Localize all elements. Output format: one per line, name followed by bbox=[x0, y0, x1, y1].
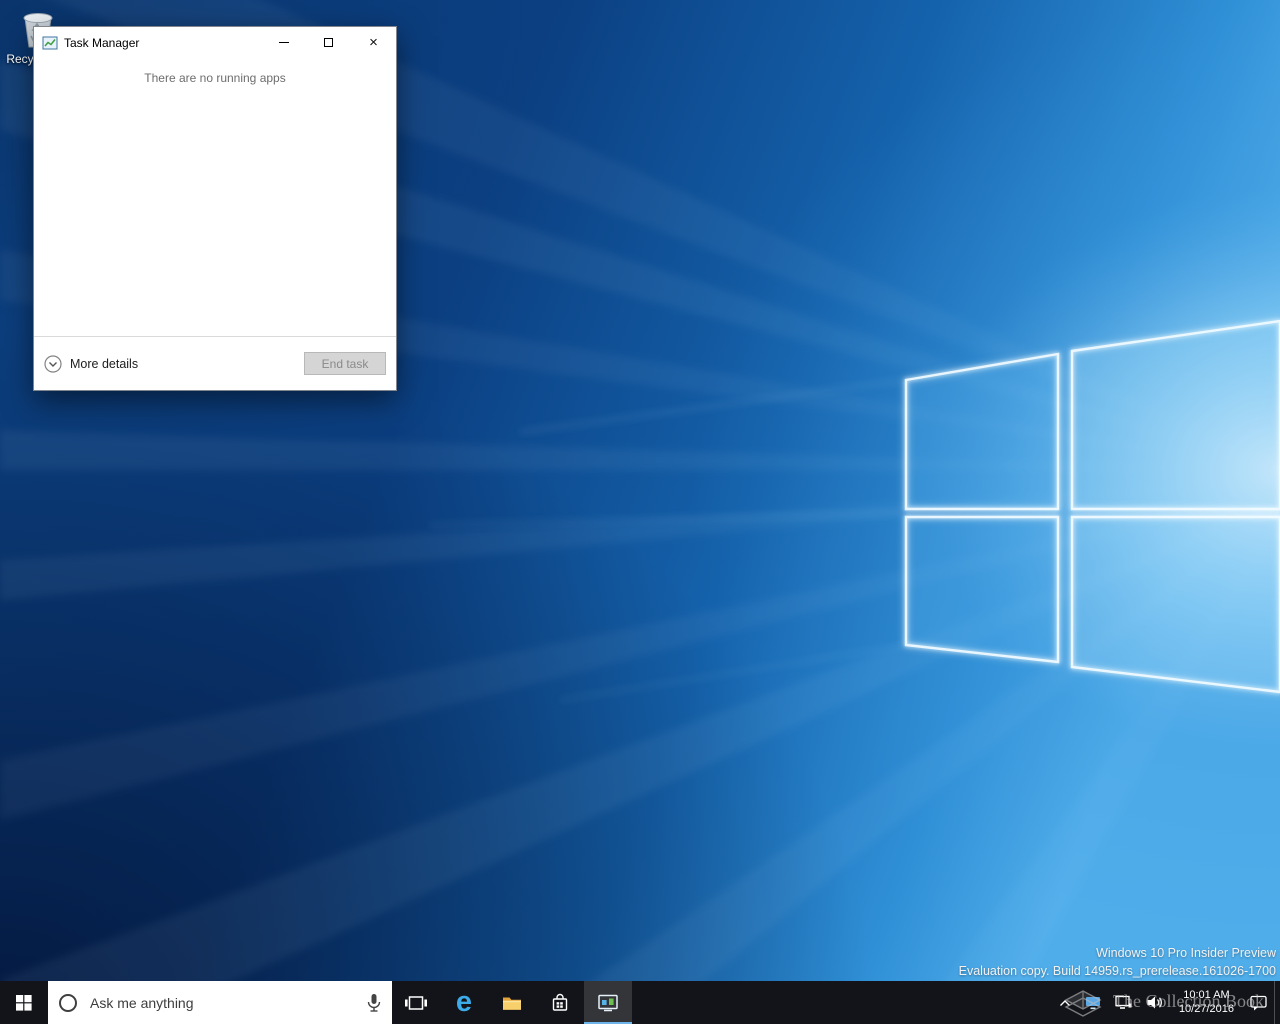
clock-date: 10/27/2016 bbox=[1179, 1003, 1234, 1017]
store-icon bbox=[551, 993, 569, 1012]
insider-watermark-line1: Windows 10 Pro Insider Preview bbox=[959, 944, 1276, 962]
search-input[interactable] bbox=[88, 994, 356, 1012]
network-button[interactable] bbox=[1108, 981, 1139, 1024]
blue-monitor-icon bbox=[1085, 996, 1101, 1010]
task-manager-icon bbox=[597, 993, 619, 1012]
window-title: Task Manager bbox=[64, 36, 139, 50]
more-details-button[interactable]: More details bbox=[44, 355, 138, 373]
microphone-icon[interactable] bbox=[366, 993, 382, 1013]
cortana-icon bbox=[58, 993, 78, 1013]
task-view-icon bbox=[405, 995, 427, 1011]
minimize-icon bbox=[279, 42, 289, 43]
task-manager-footer: More details End task bbox=[34, 336, 396, 390]
maximize-icon bbox=[324, 38, 333, 47]
task-manager-body: There are no running apps bbox=[34, 58, 396, 336]
file-explorer-button[interactable] bbox=[488, 981, 536, 1024]
taskbar: e bbox=[0, 981, 1280, 1024]
file-explorer-icon bbox=[502, 994, 522, 1011]
empty-state-message: There are no running apps bbox=[34, 71, 396, 85]
insider-watermark-line2: Evaluation copy. Build 14959.rs_prerelea… bbox=[959, 962, 1276, 980]
start-button[interactable] bbox=[0, 981, 48, 1024]
network-icon bbox=[1115, 995, 1132, 1010]
task-manager-app-icon bbox=[42, 35, 58, 51]
task-manager-titlebar[interactable]: Task Manager × bbox=[34, 27, 396, 58]
end-task-button[interactable]: End task bbox=[304, 352, 386, 375]
clock-time: 10:01 AM bbox=[1183, 989, 1229, 1003]
tray-app-button[interactable] bbox=[1078, 981, 1108, 1024]
system-tray: 10:01 AM 10/27/2016 bbox=[1052, 981, 1280, 1024]
task-manager-window: Task Manager × There are no running apps… bbox=[33, 26, 397, 391]
chevron-down-circle-icon bbox=[44, 355, 62, 373]
window-controls: × bbox=[261, 27, 396, 58]
store-button[interactable] bbox=[536, 981, 584, 1024]
minimize-button[interactable] bbox=[261, 27, 306, 58]
desktop: Recycle Bin Task Manager × There are no … bbox=[0, 0, 1280, 1024]
task-view-button[interactable] bbox=[392, 981, 440, 1024]
maximize-button[interactable] bbox=[306, 27, 351, 58]
edge-icon: e bbox=[456, 988, 472, 1017]
clock[interactable]: 10:01 AM 10/27/2016 bbox=[1170, 981, 1243, 1024]
close-icon: × bbox=[369, 35, 378, 50]
volume-icon bbox=[1146, 995, 1163, 1010]
search-box[interactable] bbox=[48, 981, 392, 1024]
chevron-up-icon bbox=[1059, 999, 1071, 1007]
action-center-button[interactable] bbox=[1243, 981, 1274, 1024]
windows-logo-icon bbox=[16, 995, 32, 1011]
show-hidden-icons-button[interactable] bbox=[1052, 981, 1078, 1024]
edge-button[interactable]: e bbox=[440, 981, 488, 1024]
action-center-icon bbox=[1250, 995, 1267, 1011]
more-details-label: More details bbox=[70, 357, 138, 371]
show-desktop-button[interactable] bbox=[1274, 981, 1280, 1024]
volume-button[interactable] bbox=[1139, 981, 1170, 1024]
close-button[interactable]: × bbox=[351, 27, 396, 58]
insider-watermark: Windows 10 Pro Insider Preview Evaluatio… bbox=[959, 944, 1276, 980]
task-manager-taskbar-button[interactable] bbox=[584, 981, 632, 1024]
